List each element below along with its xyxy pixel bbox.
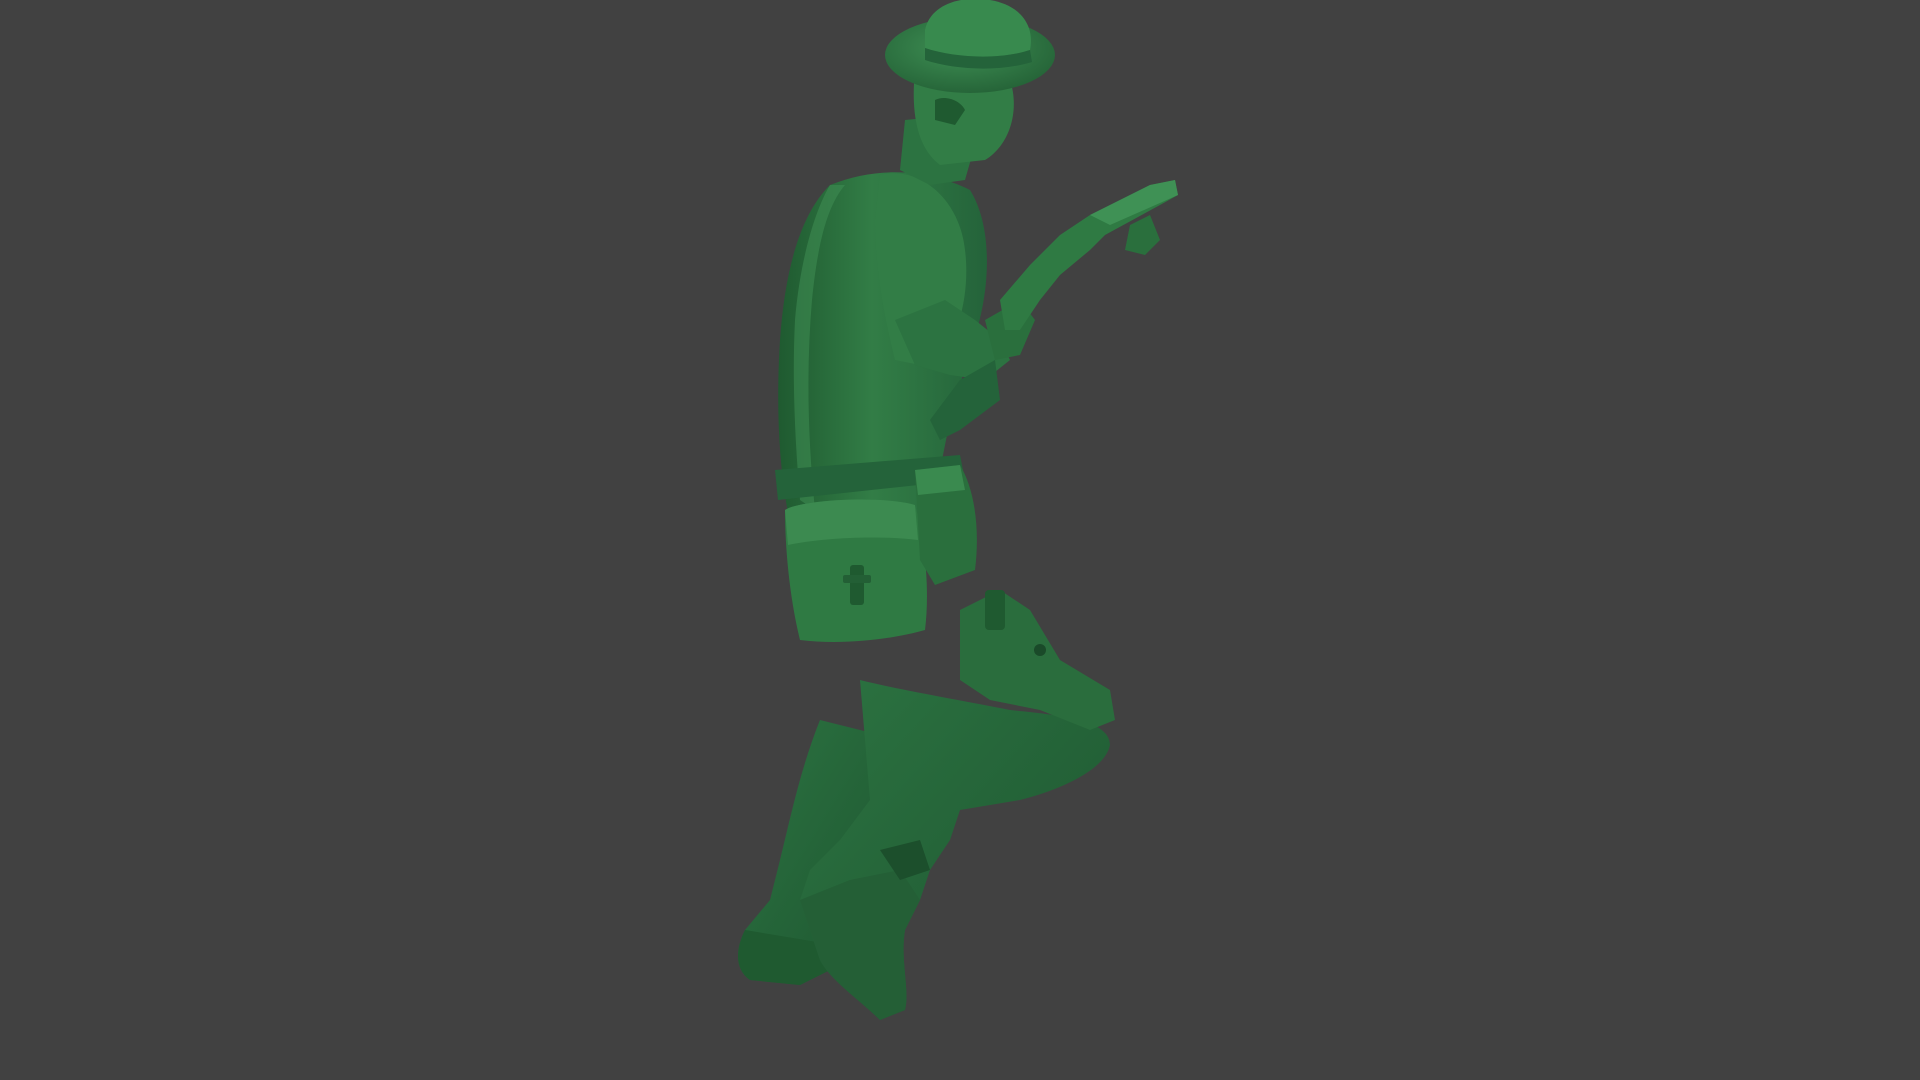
toy-soldier-figure bbox=[738, 0, 1178, 1020]
ammo-pouch-large bbox=[785, 499, 927, 642]
boonie-hat bbox=[885, 0, 1055, 93]
render-viewport bbox=[0, 0, 1920, 1080]
ammo-pouch-small bbox=[915, 465, 977, 585]
